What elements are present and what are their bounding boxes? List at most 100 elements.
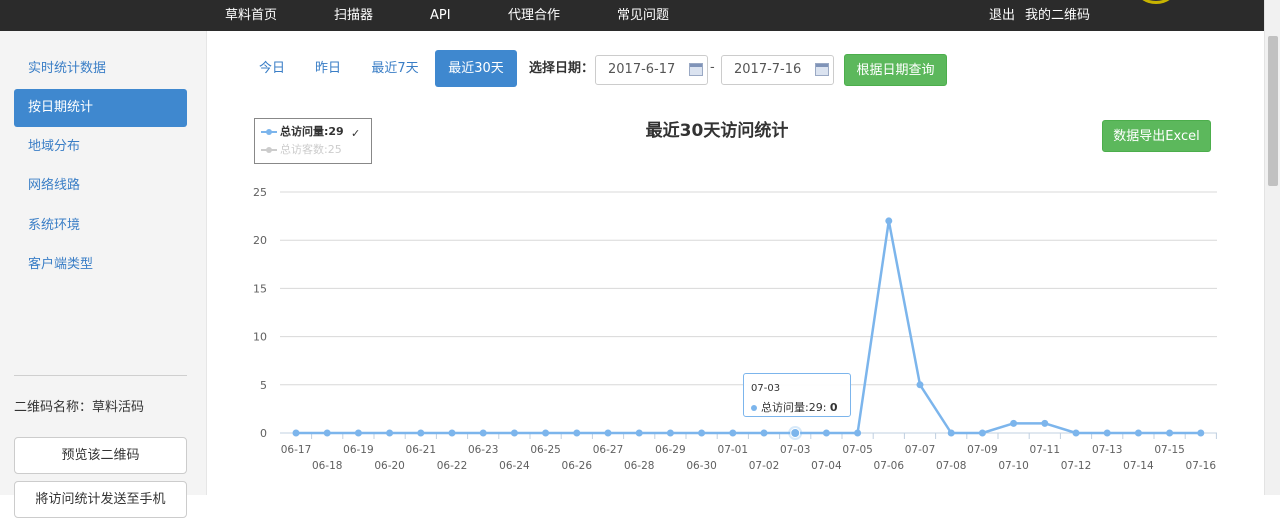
x-tick-label: 06-25 bbox=[530, 444, 561, 456]
data-point bbox=[479, 429, 487, 437]
x-tick-label: 07-06 bbox=[874, 460, 905, 472]
x-tick-label: 06-24 bbox=[499, 460, 530, 472]
sidebar-item-region[interactable]: 地域分布 bbox=[14, 128, 187, 166]
y-tick-label: 0 bbox=[260, 427, 267, 440]
data-point bbox=[916, 381, 924, 389]
x-tick-label: 07-11 bbox=[1030, 444, 1061, 456]
calendar-icon[interactable] bbox=[689, 63, 703, 76]
x-tick-label: 07-10 bbox=[998, 460, 1029, 472]
sidebar-item-network[interactable]: 网络线路 bbox=[14, 167, 187, 205]
legend-item-visits[interactable]: 总访问量:29 bbox=[261, 124, 344, 140]
nav-faq-link[interactable]: 常见问题 bbox=[617, 0, 669, 31]
query-by-date-button[interactable]: 根据日期查询 bbox=[844, 54, 947, 86]
data-point bbox=[635, 429, 643, 437]
x-tick-label: 06-28 bbox=[624, 460, 655, 472]
page-scrollbar[interactable] bbox=[1264, 0, 1280, 495]
data-point bbox=[292, 429, 300, 437]
sidebar-item-client[interactable]: 客户端类型 bbox=[14, 246, 187, 284]
x-tick-label: 06-26 bbox=[562, 460, 593, 472]
data-point bbox=[1103, 429, 1111, 437]
data-point bbox=[417, 429, 425, 437]
data-point bbox=[790, 428, 801, 438]
scrollbar-thumb[interactable] bbox=[1268, 36, 1278, 186]
user-avatar[interactable] bbox=[1136, 0, 1176, 4]
legend-checkbox-visits[interactable]: ✓ bbox=[351, 126, 360, 142]
qrcode-name-label: 二维码名称：草料活码 bbox=[14, 400, 145, 415]
nav-home-link[interactable]: 草料首页 bbox=[225, 0, 277, 31]
x-tick-label: 07-04 bbox=[811, 460, 842, 472]
data-point bbox=[386, 429, 394, 437]
nav-agency-link[interactable]: 代理合作 bbox=[508, 0, 560, 31]
sidebar-item-system[interactable]: 系统环境 bbox=[14, 207, 187, 245]
data-point bbox=[698, 429, 706, 437]
x-tick-label: 07-07 bbox=[905, 444, 936, 456]
x-tick-label: 07-02 bbox=[749, 460, 780, 472]
data-point bbox=[1134, 429, 1142, 437]
legend-item-visitors[interactable]: 总访客数:25 bbox=[261, 142, 342, 158]
calendar-icon[interactable] bbox=[815, 63, 829, 76]
series-line-icon bbox=[261, 127, 277, 137]
tab-last-7-days[interactable]: 最近7天 bbox=[362, 50, 428, 87]
y-tick-label: 10 bbox=[253, 331, 267, 344]
tooltip-category: 07-03 bbox=[751, 383, 781, 394]
end-date-input[interactable]: 2017-7-16 bbox=[721, 55, 834, 85]
data-point bbox=[1072, 429, 1080, 437]
series-dot-icon bbox=[751, 405, 757, 411]
tab-today[interactable]: 今日 bbox=[248, 50, 296, 87]
x-tick-label: 07-09 bbox=[967, 444, 998, 456]
start-date-input[interactable]: 2017-6-17 bbox=[595, 55, 708, 85]
data-point bbox=[510, 429, 518, 437]
data-point bbox=[947, 429, 955, 437]
data-point bbox=[1041, 419, 1049, 427]
x-tick-label: 06-17 bbox=[281, 444, 312, 456]
data-point bbox=[822, 429, 830, 437]
data-point bbox=[729, 429, 737, 437]
export-excel-button[interactable]: 数据导出Excel bbox=[1102, 120, 1211, 152]
x-tick-label: 06-18 bbox=[312, 460, 343, 472]
my-qrcodes-link[interactable]: 我的二维码 bbox=[1025, 0, 1090, 31]
x-tick-label: 07-14 bbox=[1123, 460, 1154, 472]
x-tick-label: 06-22 bbox=[437, 460, 468, 472]
tab-last-30-days[interactable]: 最近30天 bbox=[435, 50, 517, 87]
x-tick-label: 06-21 bbox=[406, 444, 437, 456]
sidebar-item-realtime[interactable]: 实时统计数据 bbox=[14, 50, 187, 88]
x-tick-label: 06-29 bbox=[655, 444, 686, 456]
x-tick-label: 06-20 bbox=[374, 460, 405, 472]
tooltip-value: 0 bbox=[829, 401, 838, 414]
data-point bbox=[448, 429, 456, 437]
data-point bbox=[760, 429, 768, 437]
legend-label-visits: 总访问量:29 bbox=[280, 125, 344, 138]
tab-yesterday[interactable]: 昨日 bbox=[304, 50, 352, 87]
y-tick-label: 5 bbox=[260, 379, 267, 392]
data-point bbox=[1166, 429, 1174, 437]
legend-label-visitors: 总访客数:25 bbox=[280, 143, 342, 156]
x-tick-label: 07-08 bbox=[936, 460, 967, 472]
nav-api-link[interactable]: API bbox=[430, 0, 451, 31]
x-tick-label: 06-27 bbox=[593, 444, 624, 456]
date-separator: - bbox=[710, 60, 715, 75]
tooltip-series-label: 总访问量:29: bbox=[761, 401, 827, 414]
series-line-icon bbox=[261, 145, 277, 155]
send-stats-button[interactable]: 將访问统计发送至手机 bbox=[14, 481, 187, 518]
x-tick-label: 07-13 bbox=[1092, 444, 1123, 456]
x-tick-label: 07-15 bbox=[1154, 444, 1185, 456]
tooltip-row: 总访问量:29: 0 bbox=[751, 399, 838, 415]
x-tick-label: 07-12 bbox=[1061, 460, 1092, 472]
logout-link[interactable]: 退出 bbox=[989, 0, 1015, 31]
sidebar: 实时统计数据 按日期统计 地域分布 网络线路 系统环境 客户端类型 二维码名称：… bbox=[0, 31, 207, 518]
sidebar-item-by-date[interactable]: 按日期统计 bbox=[14, 89, 187, 127]
data-point bbox=[854, 429, 862, 437]
data-point bbox=[604, 429, 612, 437]
data-point bbox=[978, 429, 986, 437]
data-point bbox=[542, 429, 550, 437]
x-tick-label: 06-19 bbox=[343, 444, 374, 456]
end-date-value: 2017-7-16 bbox=[734, 62, 802, 77]
start-date-value: 2017-6-17 bbox=[608, 62, 676, 77]
data-point bbox=[885, 217, 893, 225]
data-point bbox=[666, 429, 674, 437]
data-point bbox=[354, 429, 362, 437]
nav-scanner-link[interactable]: 扫描器 bbox=[334, 0, 373, 31]
y-tick-label: 25 bbox=[253, 186, 267, 199]
preview-qrcode-button[interactable]: 预览该二维码 bbox=[14, 437, 187, 474]
y-tick-label: 20 bbox=[253, 234, 267, 247]
